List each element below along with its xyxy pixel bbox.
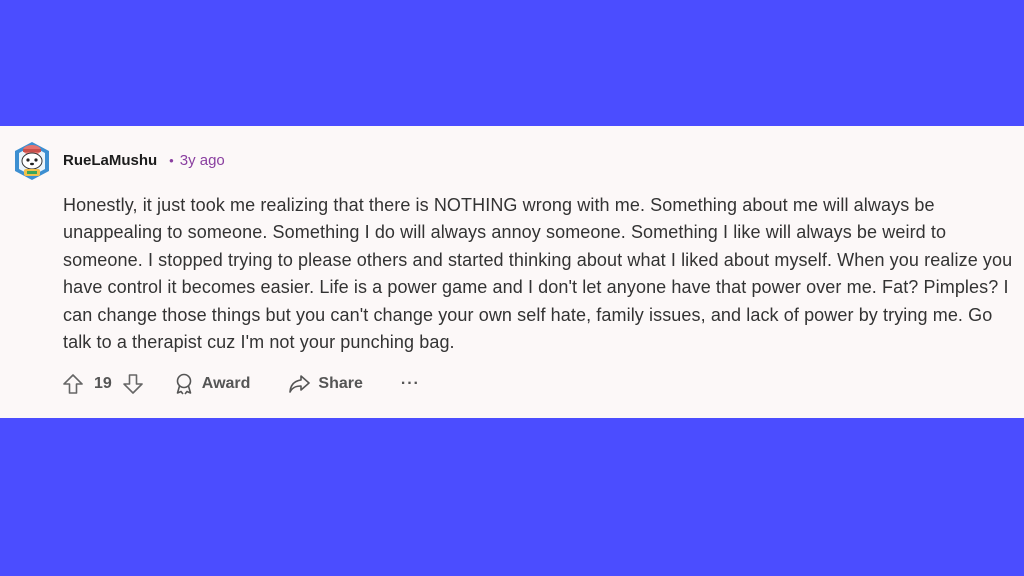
downvote-button[interactable] bbox=[122, 373, 144, 395]
share-label: Share bbox=[318, 375, 363, 392]
award-label: Award bbox=[201, 375, 251, 392]
upvote-button[interactable] bbox=[62, 373, 84, 395]
comment-header: RueLaMushu • 3y ago bbox=[12, 138, 225, 182]
award-icon bbox=[176, 373, 192, 395]
comment-actions: 19 Award Share ··· bbox=[62, 370, 420, 398]
vote-count: 19 bbox=[94, 375, 112, 392]
avatar[interactable] bbox=[12, 138, 52, 182]
meta-separator: • bbox=[169, 152, 174, 168]
comment-body: Honestly, it just took me realizing that… bbox=[63, 195, 1013, 353]
downvote-arrow-icon bbox=[122, 374, 143, 394]
award-button[interactable]: Award bbox=[174, 373, 251, 395]
share-arrow-icon bbox=[289, 375, 311, 393]
share-button[interactable]: Share bbox=[288, 374, 363, 394]
upvote-arrow-icon bbox=[63, 374, 83, 394]
avatar-image bbox=[15, 142, 49, 180]
comment-card: RueLaMushu • 3y ago Honestly, it just to… bbox=[0, 126, 1024, 418]
comment-timestamp[interactable]: 3y ago bbox=[180, 152, 225, 169]
more-options-icon: ··· bbox=[400, 375, 420, 392]
more-options-button[interactable]: ··· bbox=[401, 375, 420, 393]
author-name[interactable]: RueLaMushu bbox=[63, 152, 157, 169]
